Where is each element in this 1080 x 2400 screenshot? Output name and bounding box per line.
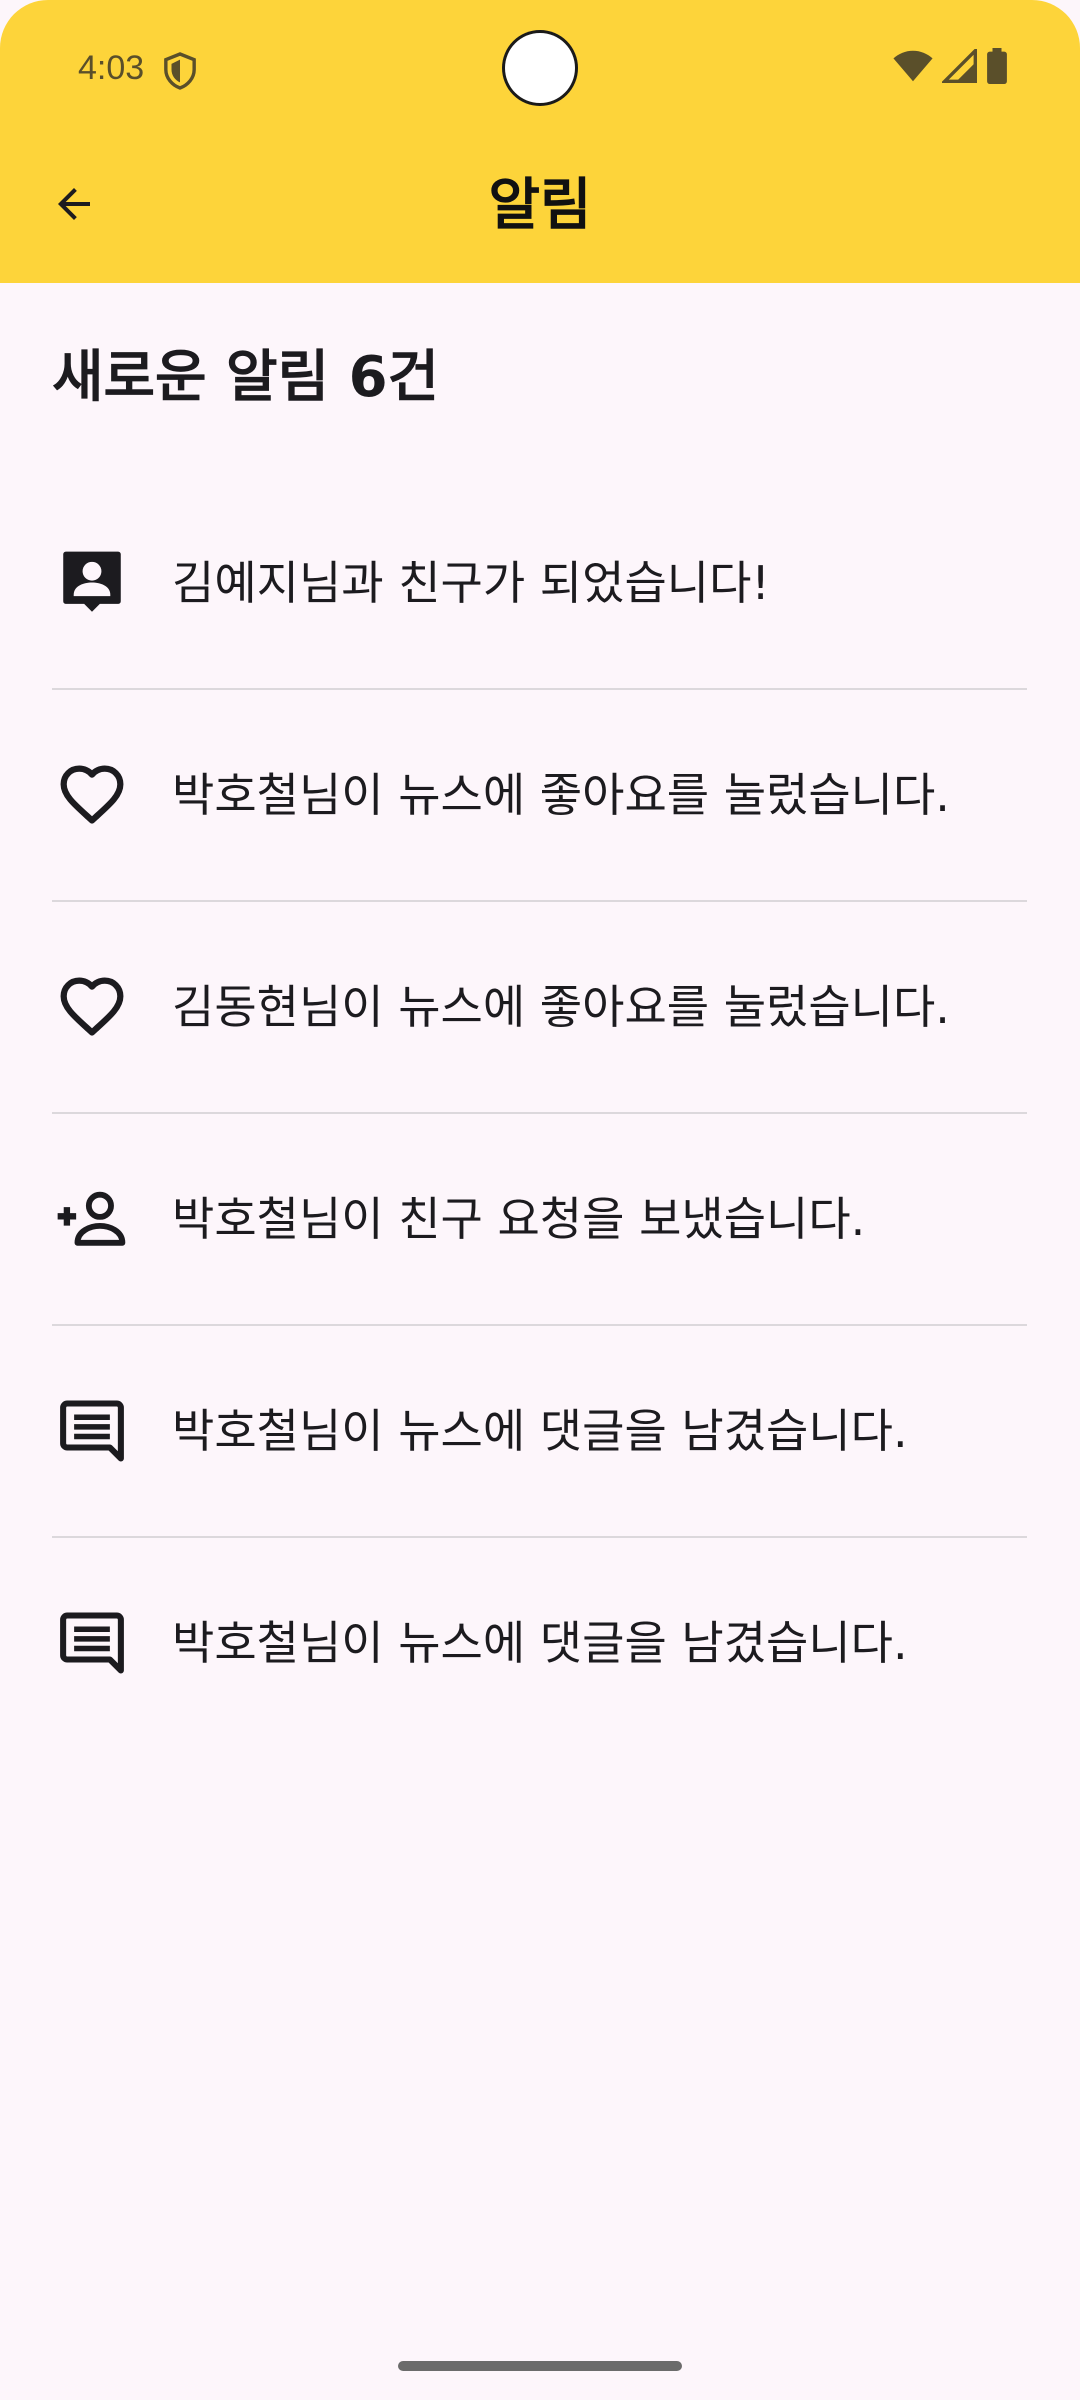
notification-text: 김예지님과 친구가 되었습니다!: [172, 556, 770, 610]
comment-icon: [52, 1391, 132, 1471]
notification-item[interactable]: 박호철님이 친구 요청을 보냈습니다.: [52, 1112, 1027, 1324]
notification-item[interactable]: 박호철님이 뉴스에 댓글을 남겼습니다.: [52, 1324, 1027, 1536]
page-title: 알림: [488, 173, 592, 238]
notification-text: 박호철님이 뉴스에 좋아요를 눌렀습니다.: [172, 768, 950, 822]
camera-cutout: [505, 33, 575, 103]
notification-item[interactable]: 박호철님이 뉴스에 댓글을 남겼습니다.: [52, 1536, 1027, 1748]
app-header: 4:03 알림: [0, 0, 1080, 283]
shield-icon: [163, 52, 197, 90]
status-icons: [892, 46, 1008, 88]
notification-list: 김예지님과 친구가 되었습니다! 박호철님이 뉴스에 좋아요를 눌렀습니다. 김…: [52, 478, 1027, 1748]
contact-icon: [52, 543, 132, 623]
battery-icon: [986, 48, 1008, 88]
section-title: 새로운 알림 6건: [52, 345, 440, 410]
notification-text: 박호철님이 친구 요청을 보냈습니다.: [172, 1192, 866, 1246]
signal-icon: [940, 46, 978, 87]
notification-item[interactable]: 김예지님과 친구가 되었습니다!: [52, 478, 1027, 688]
heart-icon: [52, 967, 132, 1047]
notification-item[interactable]: 박호철님이 뉴스에 좋아요를 눌렀습니다.: [52, 688, 1027, 900]
notification-item[interactable]: 김동현님이 뉴스에 좋아요를 눌렀습니다.: [52, 900, 1027, 1112]
wifi-icon: [892, 49, 934, 87]
notification-text: 김동현님이 뉴스에 좋아요를 눌렀습니다.: [172, 980, 950, 1034]
notification-text: 박호철님이 뉴스에 댓글을 남겼습니다.: [172, 1404, 908, 1458]
person-add-icon: [52, 1179, 132, 1259]
notification-text: 박호철님이 뉴스에 댓글을 남겼습니다.: [172, 1616, 908, 1670]
heart-icon: [52, 755, 132, 835]
home-indicator[interactable]: [398, 2361, 682, 2371]
status-time: 4:03: [78, 49, 145, 87]
comment-icon: [52, 1603, 132, 1683]
